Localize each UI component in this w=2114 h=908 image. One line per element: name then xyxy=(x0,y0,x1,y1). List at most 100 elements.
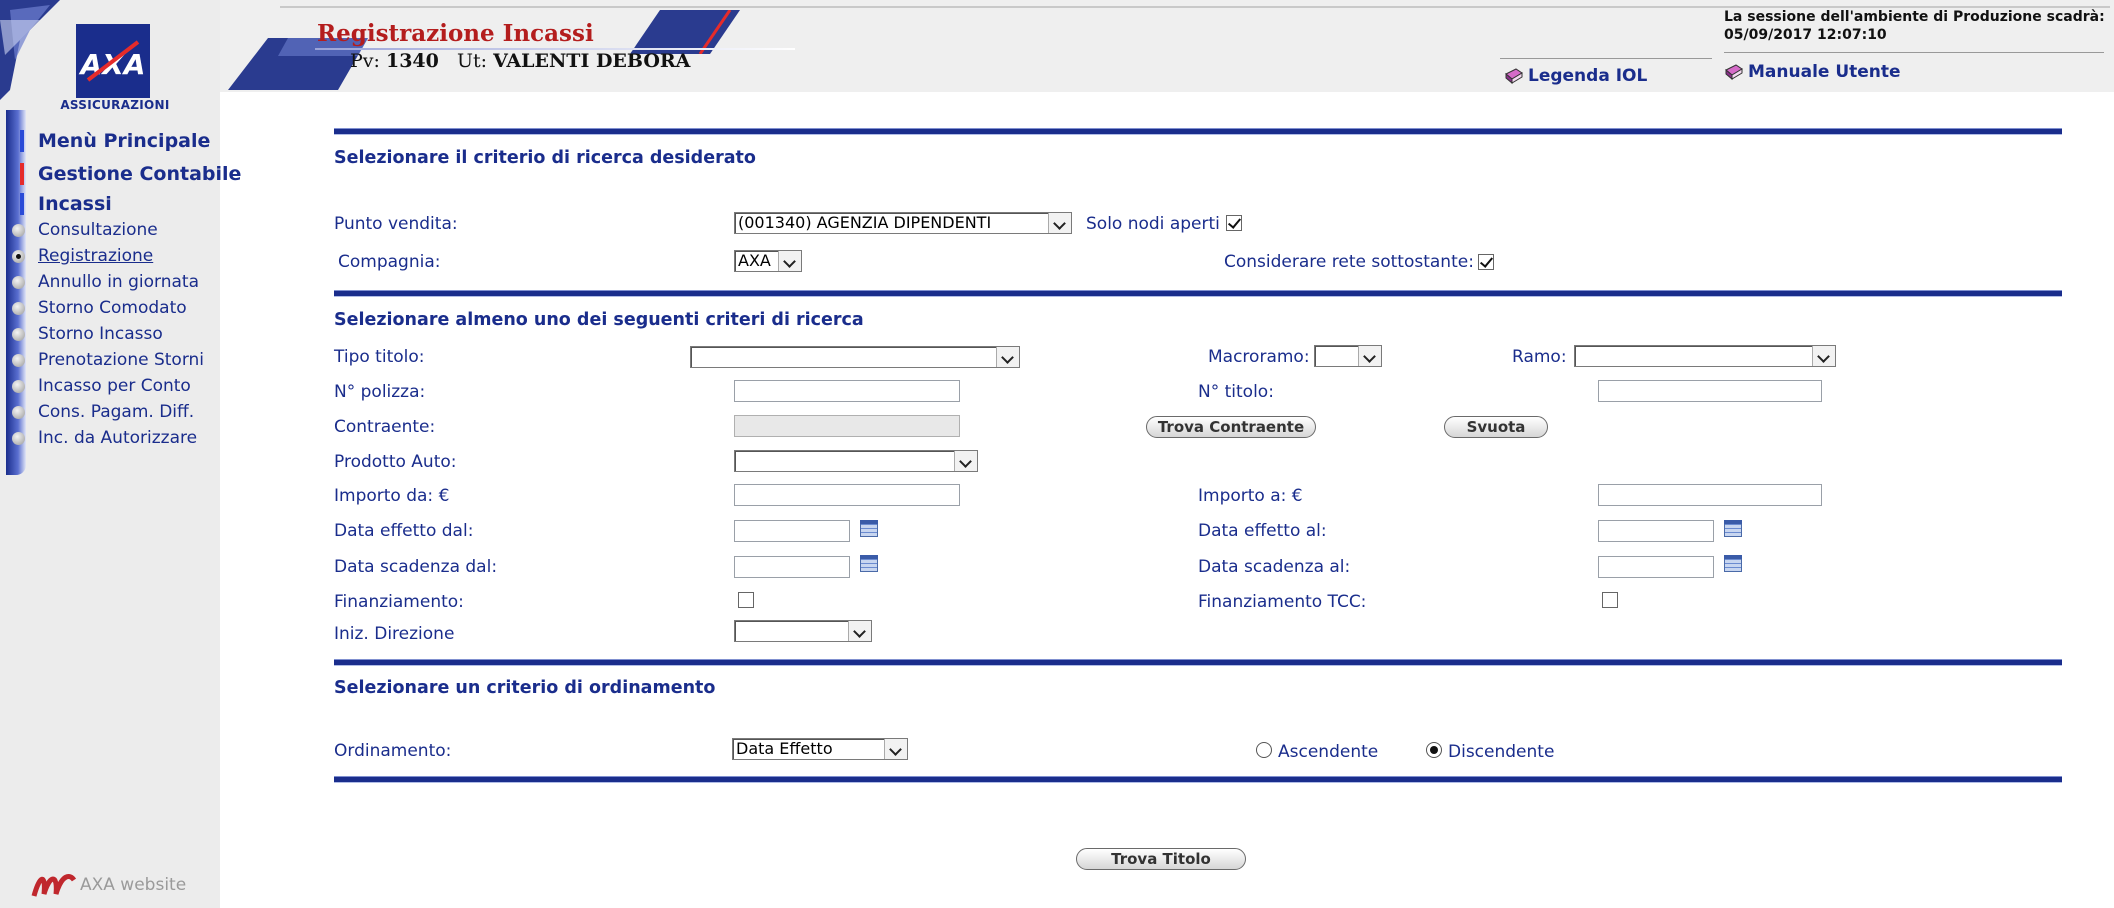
contraente-label: Contraente: xyxy=(334,417,436,437)
ut-label: Ut: xyxy=(456,50,488,72)
tipo-titolo-label: Tipo titolo: xyxy=(334,347,425,367)
legenda-divider xyxy=(1500,58,1712,59)
ramo-label: Ramo: xyxy=(1512,347,1567,367)
ordinamento-select[interactable]: Data Effetto xyxy=(732,738,908,760)
session-expiry: La sessione dell'ambiente di Produzione … xyxy=(1724,8,2105,44)
nav-inc-da-autorizzare[interactable]: Inc. da Autorizzare xyxy=(38,428,197,448)
session-expiry-time: 05/09/2017 12:07:10 xyxy=(1724,27,1887,43)
punto-vendita-label: Punto vendita: xyxy=(334,214,458,234)
legenda-iol-link[interactable]: Legenda IOL xyxy=(1504,66,1647,86)
nav-cons-pagam-diff[interactable]: Cons. Pagam. Diff. xyxy=(38,402,194,422)
iniz-direzione-select[interactable] xyxy=(734,620,872,642)
titolo-label: N° titolo: xyxy=(1198,382,1274,402)
sidebar: AXA ASSICURAZIONI Menù Principale Gestio… xyxy=(0,0,241,908)
axa-website-icon xyxy=(31,874,77,897)
iniz-direzione-label: Iniz. Direzione xyxy=(334,624,455,644)
user-info: Pv: 1340 Ut: VALENTI DEBORA xyxy=(350,50,690,72)
prodotto-auto-select[interactable] xyxy=(734,450,978,472)
importo-da-label: Importo da: € xyxy=(334,486,450,506)
data-scadenza-al-input[interactable] xyxy=(1598,556,1714,578)
discendente-radio[interactable] xyxy=(1426,742,1442,758)
nav-annullo-in-giornata[interactable]: Annullo in giornata xyxy=(38,272,199,292)
svg-text:AXA: AXA xyxy=(79,48,146,81)
calendar-icon[interactable] xyxy=(860,555,878,572)
bullet-icon xyxy=(12,224,25,237)
ramo-select[interactable] xyxy=(1574,345,1836,367)
chevron-down-icon xyxy=(954,451,977,471)
contraente-input xyxy=(734,415,960,437)
nav-marker xyxy=(20,130,24,152)
axa-logo[interactable]: AXA xyxy=(76,24,150,98)
nav-storno-comodato[interactable]: Storno Comodato xyxy=(38,298,187,318)
nav-incasso-per-conto[interactable]: Incasso per Conto xyxy=(38,376,191,396)
axa-website-link[interactable]: AXA website xyxy=(30,870,186,900)
importo-da-input[interactable] xyxy=(734,484,960,506)
nav-gestione-contabile[interactable]: Gestione Contabile xyxy=(38,163,241,185)
calendar-icon[interactable] xyxy=(860,520,878,537)
bullet-icon xyxy=(12,354,25,367)
chevron-down-icon xyxy=(884,739,907,759)
punto-vendita-select[interactable]: (001340) AGENZIA DIPENDENTI xyxy=(734,212,1072,234)
nav-storno-incasso[interactable]: Storno Incasso xyxy=(38,324,163,344)
compagnia-label: Compagnia: xyxy=(338,252,441,272)
finanziamento-tcc-checkbox[interactable] xyxy=(1602,592,1618,608)
legenda-iol-label: Legenda IOL xyxy=(1528,66,1648,86)
book-icon xyxy=(1505,68,1523,85)
solo-nodi-aperti-checkbox[interactable] xyxy=(1226,215,1242,231)
polizza-input[interactable] xyxy=(734,380,960,402)
pv-value: 1340 xyxy=(385,50,439,72)
bullet-selected-icon xyxy=(12,250,25,263)
macroramo-select[interactable] xyxy=(1314,345,1382,367)
ordinamento-value: Data Effetto xyxy=(736,739,833,758)
logo-text: ASSICURAZIONI xyxy=(60,98,170,112)
prodotto-auto-label: Prodotto Auto: xyxy=(334,452,457,472)
nav-incassi[interactable]: Incassi xyxy=(38,193,112,215)
data-effetto-al-label: Data effetto al: xyxy=(1198,521,1327,541)
corner-flourish-decoration xyxy=(0,0,60,100)
tipo-titolo-select[interactable] xyxy=(690,346,1020,368)
data-effetto-dal-input[interactable] xyxy=(734,520,850,542)
chevron-down-icon xyxy=(996,347,1019,367)
compagnia-select[interactable]: AXA xyxy=(734,250,802,272)
svuota-button[interactable]: Svuota xyxy=(1444,416,1548,438)
trova-titolo-button[interactable]: Trova Titolo xyxy=(1076,848,1246,870)
considerare-rete-checkbox[interactable] xyxy=(1478,254,1494,270)
ordinamento-label: Ordinamento: xyxy=(334,741,452,761)
calendar-icon[interactable] xyxy=(1724,520,1742,537)
bullet-icon xyxy=(12,302,25,315)
manuale-utente-link[interactable]: Manuale Utente xyxy=(1724,62,1901,82)
data-effetto-al-input[interactable] xyxy=(1598,520,1714,542)
nav-consultazione[interactable]: Consultazione xyxy=(38,220,158,240)
bullet-icon xyxy=(12,432,25,445)
ascendente-label: Ascendente xyxy=(1278,742,1379,762)
nav-marker xyxy=(20,193,24,215)
trova-contraente-button[interactable]: Trova Contraente xyxy=(1146,416,1316,438)
data-scadenza-dal-label: Data scadenza dal: xyxy=(334,557,498,577)
discendente-label: Discendente xyxy=(1448,742,1555,762)
section-title-ordinamento: Selezionare un criterio di ordinamento xyxy=(334,678,716,698)
calendar-icon[interactable] xyxy=(1724,555,1742,572)
book-icon xyxy=(1725,64,1743,81)
titolo-input[interactable] xyxy=(1598,380,1822,402)
chevron-down-icon xyxy=(1048,213,1071,233)
section-divider xyxy=(334,659,2062,666)
data-effetto-dal-label: Data effetto dal: xyxy=(334,521,474,541)
section-title-criterio: Selezionare il criterio di ricerca desid… xyxy=(334,148,756,168)
nav-menu-principale[interactable]: Menù Principale xyxy=(38,130,210,152)
importo-a-input[interactable] xyxy=(1598,484,1822,506)
finanziamento-tcc-label: Finanziamento TCC: xyxy=(1198,592,1367,612)
session-expiry-label: La sessione dell'ambiente di Produzione … xyxy=(1724,9,2105,25)
section-divider xyxy=(334,776,2062,783)
bullet-icon xyxy=(12,406,25,419)
data-scadenza-dal-input[interactable] xyxy=(734,556,850,578)
ascendente-radio[interactable] xyxy=(1256,742,1272,758)
finanziamento-label: Finanziamento: xyxy=(334,592,464,612)
chevron-down-icon xyxy=(848,621,871,641)
nav-prenotazione-storni[interactable]: Prenotazione Storni xyxy=(38,350,204,370)
chevron-down-icon xyxy=(778,251,801,271)
solo-nodi-aperti-label: Solo nodi aperti xyxy=(1086,214,1220,234)
nav-registrazione[interactable]: Registrazione xyxy=(38,246,153,266)
axa-logo-icon: AXA xyxy=(76,24,150,98)
macroramo-label: Macroramo: xyxy=(1208,347,1310,367)
finanziamento-checkbox[interactable] xyxy=(738,592,754,608)
